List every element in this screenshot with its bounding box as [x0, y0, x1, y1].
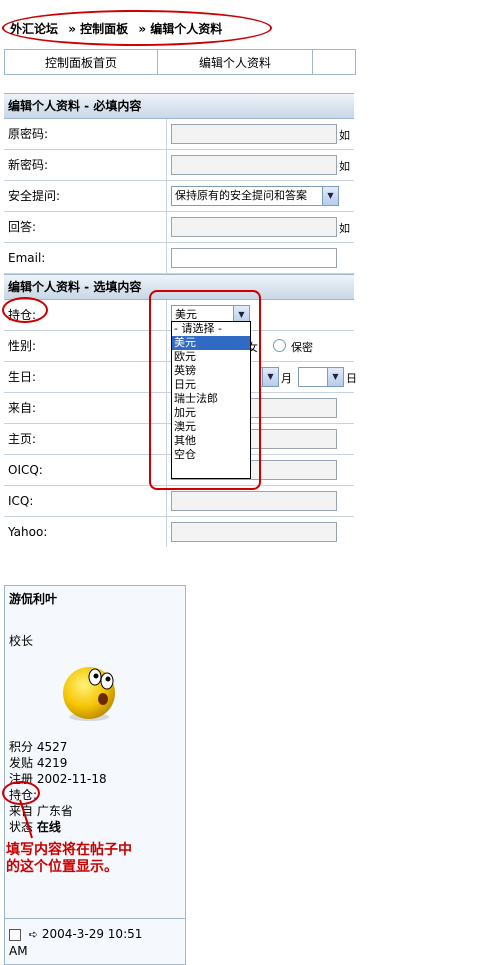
hint-text: 如: [339, 222, 350, 235]
stat-row: 积分 4527: [9, 740, 68, 754]
checkbox-icon[interactable]: [9, 928, 21, 941]
hint-text: 如: [339, 129, 350, 142]
form-row-old-password: 原密码: 如: [4, 119, 354, 150]
breadcrumb-control-panel-link[interactable]: » 控制面板: [68, 22, 128, 36]
old-password-label: 原密码:: [4, 119, 167, 149]
avatar-smiley-icon: [63, 667, 115, 721]
homepage-label: 主页:: [4, 424, 167, 454]
required-section-header: 编辑个人资料 - 必填内容: [4, 93, 354, 119]
day-label: 日: [346, 372, 357, 385]
chevron-down-icon[interactable]: ▼: [327, 368, 343, 386]
annotation-dropdown-box: [149, 290, 261, 490]
oicq-label: OICQ:: [4, 455, 167, 485]
hint-text: 如: [339, 160, 350, 173]
answer-label: 回答:: [4, 212, 167, 242]
form-row-new-password: 新密码: 如: [4, 150, 354, 181]
email-label: Email:: [4, 243, 167, 273]
birthday-label: 生日:: [4, 362, 167, 392]
chevron-down-icon[interactable]: ▼: [322, 187, 338, 205]
tab-control-panel-home[interactable]: 控制面板首页: [5, 50, 158, 74]
gender-radio-secret[interactable]: [273, 339, 286, 352]
birth-month-select[interactable]: ▼: [259, 367, 279, 387]
divider: [5, 918, 185, 919]
control-panel-tabs: 控制面板首页 编辑个人资料: [4, 49, 356, 75]
form-row-icq: ICQ:: [4, 486, 354, 517]
security-question-label: 安全提问:: [4, 181, 167, 211]
annotation-position-label-oval: [2, 297, 48, 323]
gender-option-secret: 保密: [291, 341, 313, 354]
author-rank: 校长: [9, 634, 34, 648]
email-field[interactable]: [171, 248, 337, 268]
form-row-yahoo: Yahoo:: [4, 517, 354, 547]
post-author-card: 游侃利叶 校长 积分 4527 发贴 4219 注册 2002-11-18 持仓…: [4, 585, 186, 965]
form-row-answer: 回答: 如: [4, 212, 354, 243]
month-label: 月: [281, 372, 292, 385]
tab-edit-profile[interactable]: 编辑个人资料: [158, 50, 313, 74]
new-password-label: 新密码:: [4, 150, 167, 180]
from-label: 来自:: [4, 393, 167, 423]
chevron-down-icon[interactable]: ▼: [262, 368, 278, 386]
yahoo-input[interactable]: [171, 522, 337, 542]
form-row-email: Email:: [4, 243, 354, 274]
answer-input[interactable]: [171, 217, 337, 237]
security-question-value: 保持原有的安全提问和答案: [175, 189, 307, 202]
annotation-note: 填写内容将在帖子中 的这个位置显示。: [6, 842, 132, 875]
icq-input[interactable]: [171, 491, 337, 511]
post-ampm: AM: [9, 944, 28, 958]
birth-day-select[interactable]: ▼: [298, 367, 344, 387]
post-footer: ➪ 2004-3-29 10:51 AM: [9, 926, 142, 959]
breadcrumb: 外汇论坛 » 控制面板 » 编辑个人资料: [2, 10, 272, 46]
tab-empty: [313, 50, 355, 74]
yahoo-label: Yahoo:: [4, 517, 167, 547]
post-icon: ➪: [28, 928, 39, 941]
stat-row: 发贴 4219: [9, 756, 68, 770]
form-row-security-question: 安全提问: 保持原有的安全提问和答案 ▼: [4, 181, 354, 212]
security-question-select[interactable]: 保持原有的安全提问和答案 ▼: [171, 186, 339, 206]
new-password-input[interactable]: [171, 155, 337, 175]
old-password-input[interactable]: [171, 124, 337, 144]
breadcrumb-forum-link[interactable]: 外汇论坛: [10, 22, 58, 36]
gender-label: 性别:: [4, 331, 167, 361]
breadcrumb-current: » 编辑个人资料: [138, 22, 223, 36]
author-name[interactable]: 游侃利叶: [9, 590, 57, 607]
icq-label: ICQ:: [4, 486, 167, 516]
annotation-arrow-icon: [19, 799, 33, 839]
post-date: 2004-3-29 10:51: [41, 927, 143, 941]
